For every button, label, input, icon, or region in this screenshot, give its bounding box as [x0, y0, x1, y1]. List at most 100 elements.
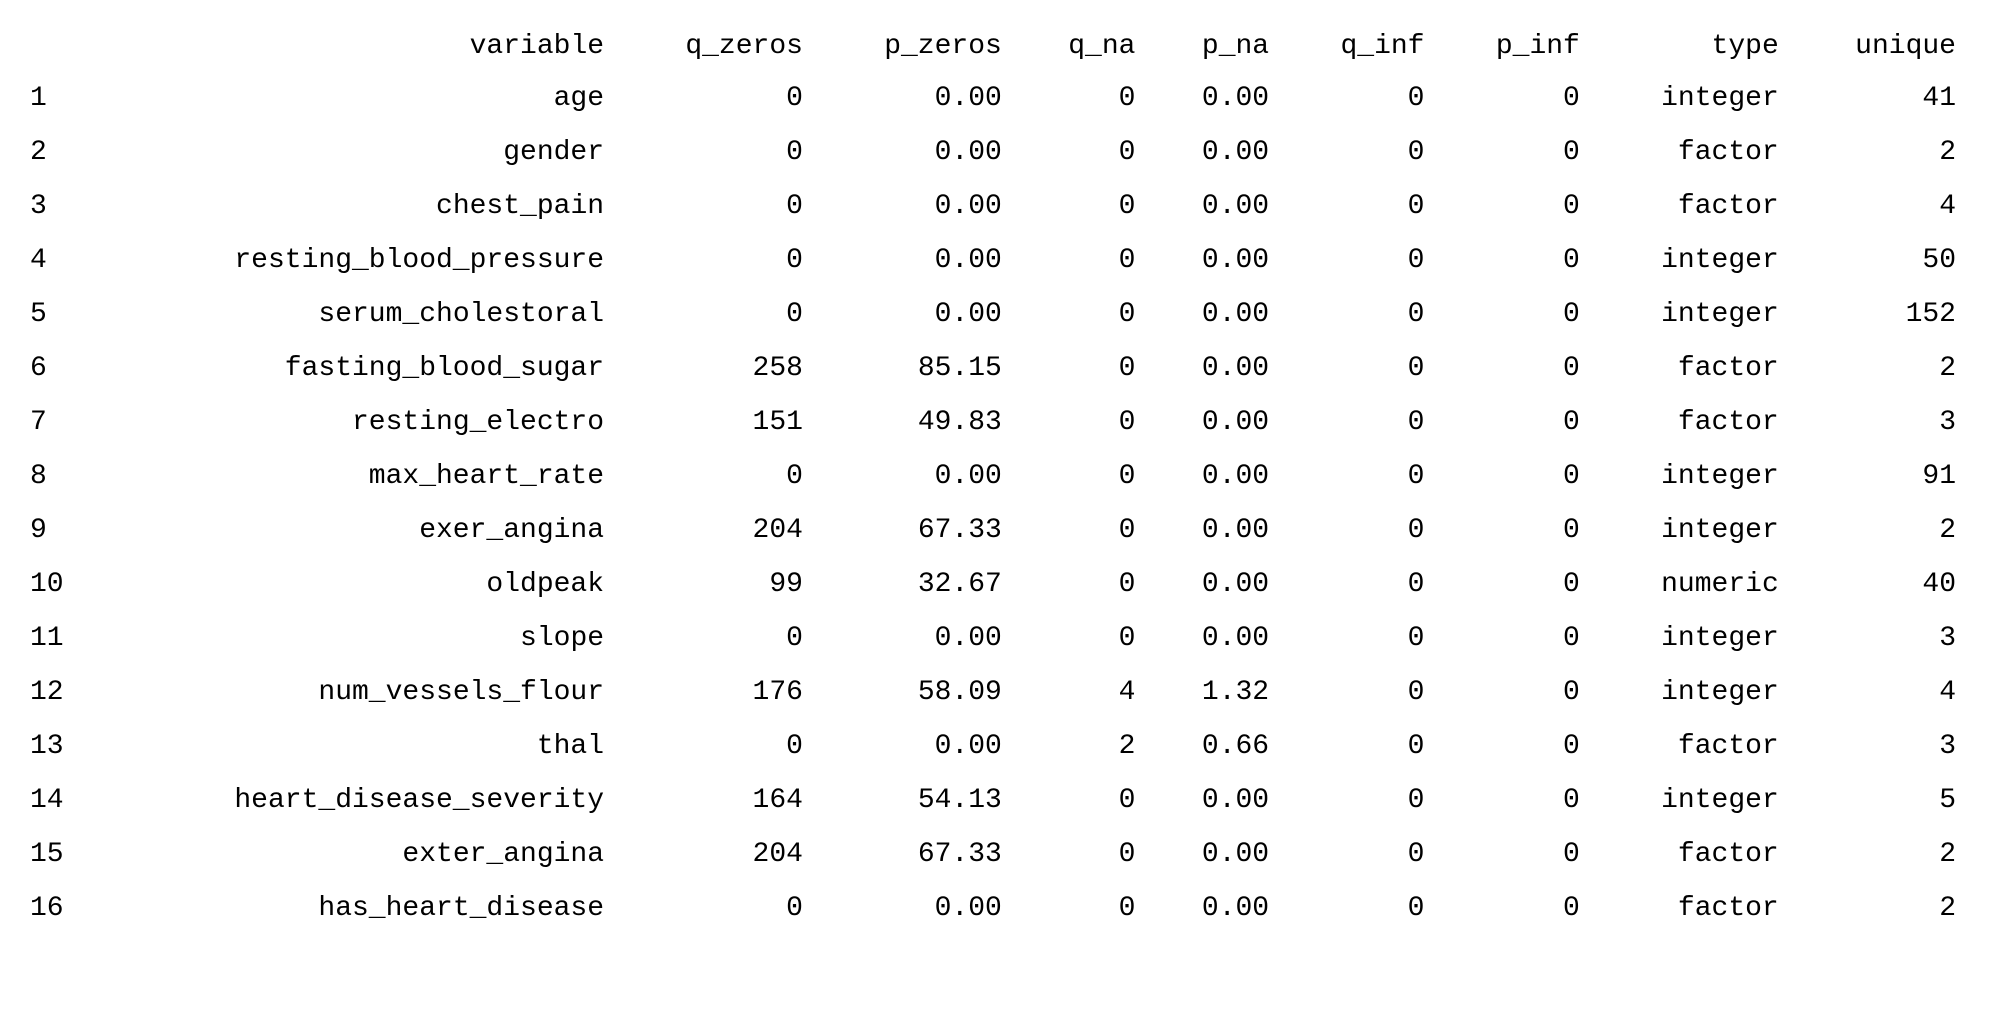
cell-value: 0 [622, 180, 821, 234]
cell-value: 0 [622, 72, 821, 126]
cell-value: 258 [622, 342, 821, 396]
cell-value: 0 [622, 882, 821, 936]
cell-value: 0.00 [1153, 288, 1287, 342]
cell-value: 58.09 [821, 666, 1020, 720]
table-row: 8max_heart_rate00.0000.0000integer91 [30, 450, 1974, 504]
cell-value: 2 [1797, 882, 1974, 936]
cell-value: 0 [1442, 882, 1597, 936]
cell-value: 204 [622, 828, 821, 882]
cell-value: 54.13 [821, 774, 1020, 828]
cell-value: 0 [1442, 396, 1597, 450]
col-header-p_zeros: p_zeros [821, 20, 1020, 72]
cell-value: 0.00 [821, 234, 1020, 288]
cell-rownum: 14 [30, 774, 97, 828]
cell-value: 0.00 [821, 180, 1020, 234]
cell-variable: exter_angina [97, 828, 622, 882]
cell-value: 0 [1442, 342, 1597, 396]
cell-value: 0 [1020, 450, 1154, 504]
cell-value: 0 [1287, 558, 1442, 612]
table-row: 12num_vessels_flour17658.0941.3200intege… [30, 666, 1974, 720]
cell-value: 0 [622, 720, 821, 774]
cell-value: 4 [1797, 666, 1974, 720]
cell-value: 0 [1442, 234, 1597, 288]
cell-value: 0 [1442, 666, 1597, 720]
cell-rownum: 5 [30, 288, 97, 342]
table-row: 14heart_disease_severity16454.1300.0000i… [30, 774, 1974, 828]
cell-value: 0 [1020, 72, 1154, 126]
cell-value: 0.00 [821, 720, 1020, 774]
cell-rownum: 7 [30, 396, 97, 450]
cell-value: 164 [622, 774, 821, 828]
cell-value: 0 [1287, 72, 1442, 126]
cell-rownum: 8 [30, 450, 97, 504]
cell-value: 0 [1442, 720, 1597, 774]
cell-value: integer [1598, 774, 1797, 828]
table-row: 3chest_pain00.0000.0000factor4 [30, 180, 1974, 234]
cell-variable: exer_angina [97, 504, 622, 558]
cell-value: 0 [622, 450, 821, 504]
cell-value: integer [1598, 234, 1797, 288]
cell-variable: serum_cholestoral [97, 288, 622, 342]
table-row: 6fasting_blood_sugar25885.1500.0000facto… [30, 342, 1974, 396]
cell-value: 152 [1797, 288, 1974, 342]
cell-variable: resting_blood_pressure [97, 234, 622, 288]
cell-value: 0 [1287, 666, 1442, 720]
cell-value: 0.00 [1153, 774, 1287, 828]
cell-variable: thal [97, 720, 622, 774]
col-header-q_inf: q_inf [1287, 20, 1442, 72]
cell-value: 3 [1797, 396, 1974, 450]
cell-value: 0 [1020, 342, 1154, 396]
cell-value: integer [1598, 288, 1797, 342]
cell-rownum: 15 [30, 828, 97, 882]
cell-value: integer [1598, 666, 1797, 720]
cell-value: 3 [1797, 720, 1974, 774]
cell-value: 0 [622, 234, 821, 288]
cell-value: 0.00 [821, 72, 1020, 126]
cell-value: 0 [1442, 504, 1597, 558]
col-header-variable: variable [97, 20, 622, 72]
data-summary-table: variable q_zeros p_zeros q_na p_na q_inf… [30, 20, 1974, 936]
cell-value: 3 [1797, 612, 1974, 666]
cell-value: integer [1598, 72, 1797, 126]
col-header-q_zeros: q_zeros [622, 20, 821, 72]
cell-value: 0 [1287, 504, 1442, 558]
cell-rownum: 9 [30, 504, 97, 558]
cell-value: 176 [622, 666, 821, 720]
cell-value: 0 [1442, 126, 1597, 180]
cell-value: 0 [1287, 774, 1442, 828]
cell-value: 0 [622, 288, 821, 342]
cell-value: 0 [1020, 288, 1154, 342]
cell-value: 4 [1020, 666, 1154, 720]
col-header-unique: unique [1797, 20, 1974, 72]
cell-value: 0 [1020, 126, 1154, 180]
cell-value: 0 [1442, 774, 1597, 828]
cell-variable: chest_pain [97, 180, 622, 234]
table-row: 15exter_angina20467.3300.0000factor2 [30, 828, 1974, 882]
cell-value: 0.00 [821, 126, 1020, 180]
cell-value: 0.00 [1153, 72, 1287, 126]
table-row: 16has_heart_disease00.0000.0000factor2 [30, 882, 1974, 936]
cell-value: 0 [1020, 504, 1154, 558]
cell-value: 0.00 [821, 612, 1020, 666]
col-header-rownum [30, 20, 97, 72]
cell-value: 0 [1442, 612, 1597, 666]
col-header-type: type [1598, 20, 1797, 72]
cell-variable: num_vessels_flour [97, 666, 622, 720]
cell-variable: fasting_blood_sugar [97, 342, 622, 396]
table-row: 10oldpeak9932.6700.0000numeric40 [30, 558, 1974, 612]
cell-value: 0.00 [1153, 396, 1287, 450]
table-row: 5serum_cholestoral00.0000.0000integer152 [30, 288, 1974, 342]
cell-value: 0 [1442, 180, 1597, 234]
cell-value: 5 [1797, 774, 1974, 828]
cell-variable: age [97, 72, 622, 126]
cell-value: 204 [622, 504, 821, 558]
cell-value: 0.66 [1153, 720, 1287, 774]
table-row: 13thal00.0020.6600factor3 [30, 720, 1974, 774]
cell-value: 0.00 [1153, 126, 1287, 180]
cell-value: factor [1598, 180, 1797, 234]
table-body: 1age00.0000.0000integer412gender00.0000.… [30, 72, 1974, 936]
table-row: 4resting_blood_pressure00.0000.0000integ… [30, 234, 1974, 288]
cell-variable: max_heart_rate [97, 450, 622, 504]
cell-rownum: 2 [30, 126, 97, 180]
cell-value: 0 [1442, 450, 1597, 504]
